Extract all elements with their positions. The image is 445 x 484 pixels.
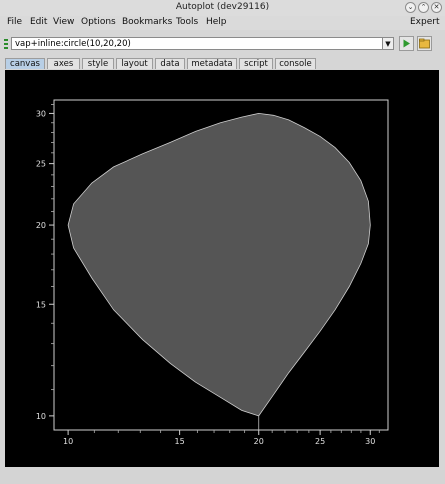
history-dropdown-button[interactable]: ▼ [383,37,394,50]
tab-style[interactable]: style [82,58,114,69]
expert-mode-label[interactable]: Expert [410,17,440,27]
x-tick-label: 25 [315,437,325,446]
tab-console[interactable]: console [275,58,316,69]
address-bar: ▼ [0,34,445,56]
status-bar [0,470,445,484]
y-tick-label: 25 [36,160,46,169]
folder-icon [419,38,430,49]
tab-metadata[interactable]: metadata [187,58,237,69]
menu-file[interactable]: File [7,17,22,27]
tab-canvas[interactable]: canvas [5,58,45,69]
tab-data[interactable]: data [155,58,185,69]
plot-canvas[interactable]: 10 15 20 25 30 10 15 20 25 30 [5,70,439,467]
uri-input[interactable] [11,37,383,50]
drag-grip-icon[interactable] [4,39,8,50]
minimize-icon[interactable]: ⌄ [405,2,416,13]
menu-bar: File Edit View Options Bookmarks Tools H… [0,16,445,30]
menu-edit[interactable]: Edit [30,17,47,27]
x-tick-label: 15 [175,437,185,446]
y-tick-label: 20 [36,221,46,230]
menu-tools[interactable]: Tools [176,17,198,27]
tab-script[interactable]: script [239,58,273,69]
window-title: Autoplot (dev29116) [175,2,270,12]
play-icon [403,39,410,48]
maximize-icon[interactable]: ⌃ [418,2,429,13]
menu-options[interactable]: Options [81,17,116,27]
tab-axes[interactable]: axes [47,58,80,69]
data-region [67,112,371,417]
tab-layout[interactable]: layout [116,58,153,69]
x-tick-label: 30 [365,437,375,446]
menu-help[interactable]: Help [206,17,227,27]
y-tick-label: 30 [36,109,46,118]
open-file-button[interactable] [417,36,432,51]
plot-svg[interactable]: 10 15 20 25 30 10 15 20 25 30 [5,70,439,467]
close-icon[interactable]: ✕ [431,2,442,13]
x-tick-label: 20 [254,437,264,446]
menu-bookmarks[interactable]: Bookmarks [122,17,172,27]
y-tick-label: 10 [36,412,46,421]
title-bar: Autoplot (dev29116) ⌄ ⌃ ✕ [0,0,445,17]
menu-view[interactable]: View [53,17,74,27]
x-tick-label: 10 [63,437,73,446]
y-tick-label: 15 [36,300,46,309]
go-button[interactable] [399,36,414,51]
